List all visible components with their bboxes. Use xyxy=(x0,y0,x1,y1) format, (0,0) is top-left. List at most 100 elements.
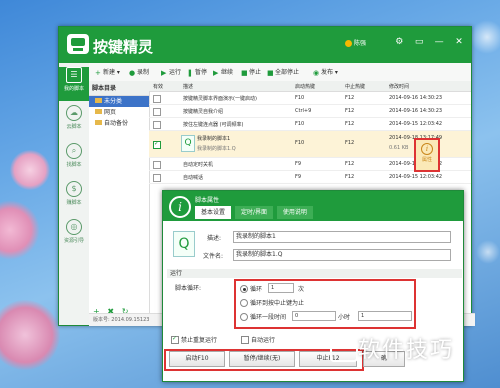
new-button[interactable]: + 新建 ▾ xyxy=(95,67,120,77)
filename-label: 文件名: xyxy=(203,253,224,260)
folder-icon xyxy=(95,109,102,114)
tab-instructions[interactable]: 使用说明 xyxy=(276,206,313,219)
play-icon: ▶ xyxy=(161,69,167,77)
stop-button[interactable]: ■停止 xyxy=(241,67,261,77)
table-row[interactable]: 按键精灵脚本界面演示(一键启动) F10 F12 2014-09-16 14:3… xyxy=(149,92,471,105)
desktop-flower xyxy=(0,300,60,370)
nav-label: 赚脚本 xyxy=(66,200,82,206)
row-time: 2014-09-15 12:03:42 xyxy=(389,121,443,127)
info-icon: i xyxy=(421,143,433,155)
run-button[interactable]: ▶ 运行 xyxy=(161,67,181,77)
nav-my-scripts[interactable]: ☰ 我的脚本 xyxy=(59,67,89,101)
pause-button[interactable]: ❚ 暂停 xyxy=(187,67,207,77)
tree-item[interactable]: 未分类 xyxy=(89,96,149,107)
table-row[interactable]: 自动喊话 F9 F12 2014-09-15 12:03:42 xyxy=(149,171,471,184)
row-start: F10 xyxy=(295,121,305,127)
stop-all-icon: ■ xyxy=(267,69,274,77)
loop-duration-radio[interactable] xyxy=(240,313,248,321)
dialog-header[interactable]: i 脚本属性 基本设置 定时/界面 使用说明 xyxy=(163,191,463,221)
row-stop: F12 xyxy=(345,121,355,127)
col-stop-hotkey[interactable]: 中止热键 xyxy=(345,83,365,90)
minimize-icon[interactable]: — xyxy=(433,36,445,48)
desc-field[interactable]: 我录制的脚本1 xyxy=(233,231,451,243)
row-start: F9 xyxy=(295,174,302,180)
start-button[interactable]: 启动F10 xyxy=(169,351,225,367)
loop-label: 脚本循环: xyxy=(175,285,202,292)
resume-button[interactable]: ▶ 继续 xyxy=(213,67,233,77)
row-checkbox[interactable] xyxy=(153,108,161,116)
properties-button[interactable]: i 属性 xyxy=(414,138,440,172)
publish-button[interactable]: ◉ 发布 ▾ xyxy=(313,67,338,77)
row-checkbox[interactable] xyxy=(153,140,161,149)
row-start: F10 xyxy=(295,95,305,101)
row-checkbox[interactable] xyxy=(153,95,161,103)
title-bar[interactable]: 按键精灵 陈强 ⚙ ▭ — ✕ xyxy=(59,27,471,63)
account-badge-icon xyxy=(345,40,352,47)
publish-label: 发布 xyxy=(321,69,334,76)
tree-item-label: 未分类 xyxy=(104,98,123,105)
nav-earn-scripts[interactable]: $ 赚脚本 xyxy=(59,181,89,215)
loop-count-radio[interactable] xyxy=(240,285,248,293)
cloud-icon: ☁ xyxy=(66,105,82,121)
tree-item[interactable]: 网页 xyxy=(89,107,149,118)
desktop-flower xyxy=(10,150,50,190)
row-desc: 自动定时关机 xyxy=(183,162,214,168)
close-icon[interactable]: ✕ xyxy=(453,36,465,48)
loop-duration-label: 循环一段时间 xyxy=(250,314,287,321)
row-checkbox[interactable] xyxy=(153,121,161,129)
tab-schedule-ui[interactable]: 定时/界面 xyxy=(234,206,273,219)
publish-icon: ◉ xyxy=(313,69,320,77)
row-desc: 按键精灵自我介绍 xyxy=(183,109,224,115)
nav-resource-guide[interactable]: ◎ 资源引导 xyxy=(59,219,89,253)
loop-count-unit: 次 xyxy=(298,286,305,293)
settings-icon[interactable]: ⚙ xyxy=(393,36,405,48)
loop-duration-minutes-input[interactable]: 1 xyxy=(358,311,412,321)
account[interactable]: 陈强 xyxy=(345,38,366,47)
tab-basic-settings[interactable]: 基本设置 xyxy=(195,206,232,219)
auto-run-checkbox[interactable] xyxy=(241,336,249,344)
col-start-hotkey[interactable]: 启动热键 xyxy=(295,83,315,90)
desktop-bubble xyxy=(476,240,500,264)
row-desc: 自动喊话 xyxy=(183,175,204,181)
nav-cloud-scripts[interactable]: ☁ 云脚本 xyxy=(59,105,89,139)
record-button[interactable]: ● 录制 xyxy=(129,67,149,77)
row-checkbox[interactable] xyxy=(153,174,161,182)
watermark-text: 软件技巧 xyxy=(358,338,455,363)
loop-count-input[interactable]: 1 xyxy=(268,283,294,293)
table-header: 有效 描述 启动热键 中止热键 修改时间 xyxy=(149,81,471,92)
col-desc[interactable]: 描述 xyxy=(183,83,193,90)
col-valid[interactable]: 有效 xyxy=(153,83,163,90)
loop-duration-hours-input[interactable]: 0 xyxy=(292,311,336,321)
row-checkbox[interactable] xyxy=(153,161,161,169)
row-stop: F12 xyxy=(345,108,355,114)
restore-icon[interactable]: ▭ xyxy=(413,36,425,48)
tree-item[interactable]: 自动备份 xyxy=(89,118,149,129)
pause-resume-button[interactable]: 暂停/继续(无) xyxy=(229,351,295,367)
forbid-repeat-checkbox[interactable] xyxy=(171,335,179,344)
stop-all-button[interactable]: ■全部停止 xyxy=(267,67,299,77)
script-tree: 脚本目录 未分类 网页 自动备份 + ✖ ↻ xyxy=(89,81,150,325)
row-start: F10 xyxy=(295,140,305,146)
left-nav: ☰ 我的脚本 ☁ 云脚本 ⌕ 找脚本 $ 赚脚本 ◎ 资源引导 xyxy=(59,63,90,325)
row-time: 2014-09-16 14:30:23 xyxy=(389,108,443,114)
loop-options: 循环 1 次 循环到按中止键为止 循环一段时间 0 小时 1 xyxy=(234,279,416,329)
nav-find-scripts[interactable]: ⌕ 找脚本 xyxy=(59,143,89,177)
tree-header: 脚本目录 xyxy=(89,81,149,96)
loop-count-label: 循环 xyxy=(250,286,263,293)
tree-item-label: 网页 xyxy=(104,109,117,116)
folder-icon xyxy=(95,98,102,103)
col-modified[interactable]: 修改时间 xyxy=(389,83,409,90)
app-logo xyxy=(67,34,89,54)
plus-icon: + xyxy=(95,69,101,77)
new-label: 新建 xyxy=(103,69,116,76)
nav-label: 资源引导 xyxy=(63,238,84,244)
app-title: 按键精灵 xyxy=(93,38,154,56)
toolbar: + 新建 ▾ ● 录制 ▶ 运行 ❚ 暂停 ▶ 继续 ■停止 ■全部停止 ◉ 发布 ▾ xyxy=(89,63,471,82)
table-row[interactable]: 按住左键连点器 (可调频率) F10 F12 2014-09-15 12:03:… xyxy=(149,118,471,131)
loop-until-stop-radio[interactable] xyxy=(240,299,248,307)
hours-unit: 小时 xyxy=(338,314,351,321)
resume-icon: ▶ xyxy=(213,69,219,77)
table-row[interactable]: 按键精灵自我介绍 Ctrl+9 F12 2014-09-16 14:30:23 xyxy=(149,105,471,118)
filename-field[interactable]: 我录制的脚本1.Q xyxy=(233,249,451,261)
record-icon: ● xyxy=(129,69,136,77)
